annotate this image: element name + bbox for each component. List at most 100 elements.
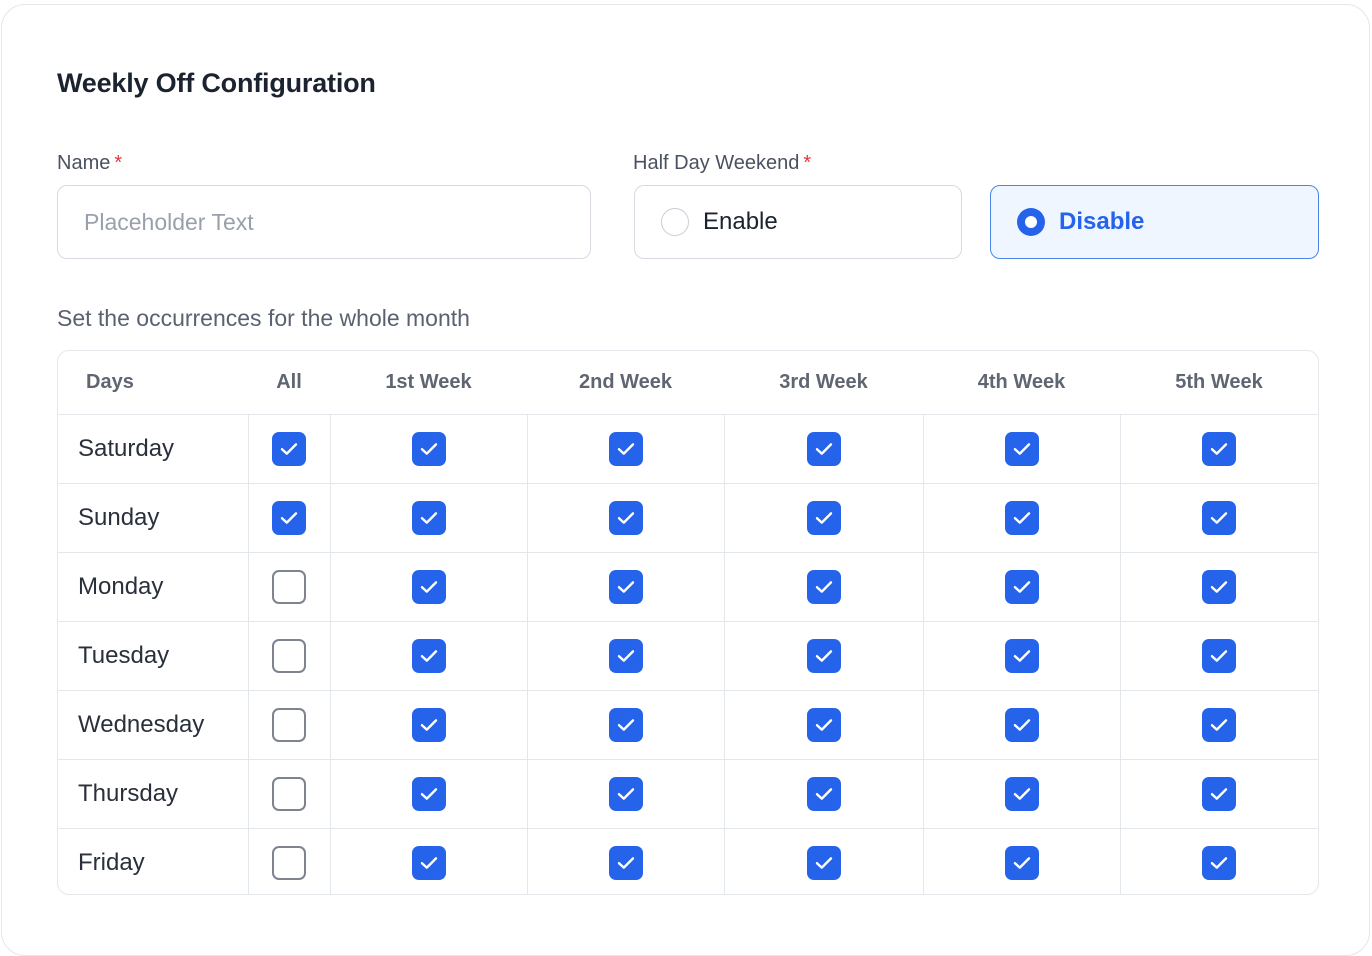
checkmark-icon xyxy=(420,649,437,662)
week-3-checkbox[interactable] xyxy=(806,500,841,535)
week-4-cell xyxy=(922,689,1120,759)
week-4-cell xyxy=(922,414,1120,483)
week-3-checkbox[interactable] xyxy=(806,776,841,811)
all-cell xyxy=(247,689,330,759)
checkmark-icon xyxy=(1211,580,1228,593)
table-row: Monday xyxy=(58,551,1318,621)
header-week-2: 2nd Week xyxy=(527,351,724,415)
radio-checked-icon[interactable] xyxy=(1017,208,1045,236)
week-5-cell xyxy=(1119,414,1318,483)
week-3-checkbox[interactable] xyxy=(806,638,841,673)
table-row: Thursday xyxy=(58,758,1318,828)
table-header-row: Days All 1st Week 2nd Week 3rd Week 4th … xyxy=(58,351,1318,415)
week-2-checkbox[interactable] xyxy=(608,638,643,673)
week-1-checkbox[interactable] xyxy=(411,638,446,673)
checkmark-icon xyxy=(617,511,634,524)
week-5-checkbox[interactable] xyxy=(1202,431,1237,466)
table-row: Saturday xyxy=(58,414,1318,483)
header-days: Days xyxy=(58,351,248,415)
week-3-checkbox[interactable] xyxy=(806,431,841,466)
week-5-checkbox[interactable] xyxy=(1202,500,1237,535)
week-3-checkbox[interactable] xyxy=(806,569,841,604)
week-4-checkbox[interactable] xyxy=(1004,845,1039,880)
checkmark-icon xyxy=(617,787,634,800)
half-day-option-enable[interactable]: Enable xyxy=(634,185,962,259)
week-1-checkbox[interactable] xyxy=(411,707,446,742)
week-3-checkbox[interactable] xyxy=(806,845,841,880)
all-checkbox[interactable] xyxy=(272,845,306,880)
week-1-checkbox[interactable] xyxy=(411,776,446,811)
all-cell xyxy=(247,482,330,552)
week-1-checkbox[interactable] xyxy=(411,431,446,466)
week-5-checkbox[interactable] xyxy=(1202,845,1237,880)
header-week-1: 1st Week xyxy=(330,351,527,415)
checkmark-icon xyxy=(420,787,437,800)
week-5-checkbox[interactable] xyxy=(1202,569,1237,604)
week-1-checkbox[interactable] xyxy=(411,500,446,535)
checkmark-icon xyxy=(815,511,832,524)
week-4-checkbox[interactable] xyxy=(1004,431,1039,466)
week-5-checkbox[interactable] xyxy=(1202,638,1237,673)
week-3-cell xyxy=(723,758,923,828)
required-mark: * xyxy=(803,152,812,174)
checkmark-icon xyxy=(1013,580,1030,593)
week-1-cell xyxy=(329,758,527,828)
half-day-option-disable[interactable]: Disable xyxy=(990,185,1319,259)
name-input[interactable] xyxy=(57,185,591,259)
page-title: Weekly Off Configuration xyxy=(57,68,376,98)
enable-option-label: Enable xyxy=(703,208,778,235)
week-4-cell xyxy=(922,620,1120,690)
all-checkbox[interactable] xyxy=(272,500,306,535)
week-1-checkbox[interactable] xyxy=(411,569,446,604)
checkmark-icon xyxy=(617,856,634,869)
checkmark-icon xyxy=(280,511,298,524)
day-name: Tuesday xyxy=(58,620,248,690)
week-4-checkbox[interactable] xyxy=(1004,776,1039,811)
week-4-checkbox[interactable] xyxy=(1004,569,1039,604)
all-checkbox[interactable] xyxy=(272,569,306,604)
checkmark-icon xyxy=(1013,856,1030,869)
checkmark-icon xyxy=(1211,649,1228,662)
week-2-checkbox[interactable] xyxy=(608,500,643,535)
week-2-checkbox[interactable] xyxy=(608,845,643,880)
week-1-checkbox[interactable] xyxy=(411,845,446,880)
week-3-checkbox[interactable] xyxy=(806,707,841,742)
week-3-cell xyxy=(723,414,923,483)
week-5-checkbox[interactable] xyxy=(1202,707,1237,742)
week-2-checkbox[interactable] xyxy=(608,431,643,466)
checkmark-icon xyxy=(815,856,832,869)
week-5-checkbox[interactable] xyxy=(1202,776,1237,811)
all-checkbox[interactable] xyxy=(272,776,306,811)
week-2-cell xyxy=(526,689,724,759)
all-checkbox[interactable] xyxy=(272,431,306,466)
all-cell xyxy=(247,414,330,483)
week-2-checkbox[interactable] xyxy=(608,569,643,604)
table-row: Friday xyxy=(58,827,1318,894)
week-2-checkbox[interactable] xyxy=(608,707,643,742)
day-name: Monday xyxy=(58,551,248,621)
week-4-checkbox[interactable] xyxy=(1004,707,1039,742)
week-2-cell xyxy=(526,414,724,483)
week-2-checkbox[interactable] xyxy=(608,776,643,811)
table-row: Tuesday xyxy=(58,620,1318,690)
checkmark-icon xyxy=(617,649,634,662)
radio-unchecked-icon[interactable] xyxy=(661,208,689,236)
checkmark-icon xyxy=(815,649,832,662)
checkmark-icon xyxy=(420,856,437,869)
week-2-cell xyxy=(526,758,724,828)
week-1-cell xyxy=(329,482,527,552)
checkmark-icon xyxy=(815,580,832,593)
week-4-checkbox[interactable] xyxy=(1004,638,1039,673)
week-1-cell xyxy=(329,620,527,690)
checkmark-icon xyxy=(1211,511,1228,524)
all-checkbox[interactable] xyxy=(272,707,306,742)
name-field-label: Name * xyxy=(57,152,122,175)
week-4-checkbox[interactable] xyxy=(1004,500,1039,535)
checkmark-icon xyxy=(815,787,832,800)
header-week-4: 4th Week xyxy=(923,351,1120,415)
week-5-cell xyxy=(1119,620,1318,690)
checkmark-icon xyxy=(1013,511,1030,524)
day-name: Wednesday xyxy=(58,689,248,759)
all-checkbox[interactable] xyxy=(272,638,306,673)
week-3-cell xyxy=(723,482,923,552)
